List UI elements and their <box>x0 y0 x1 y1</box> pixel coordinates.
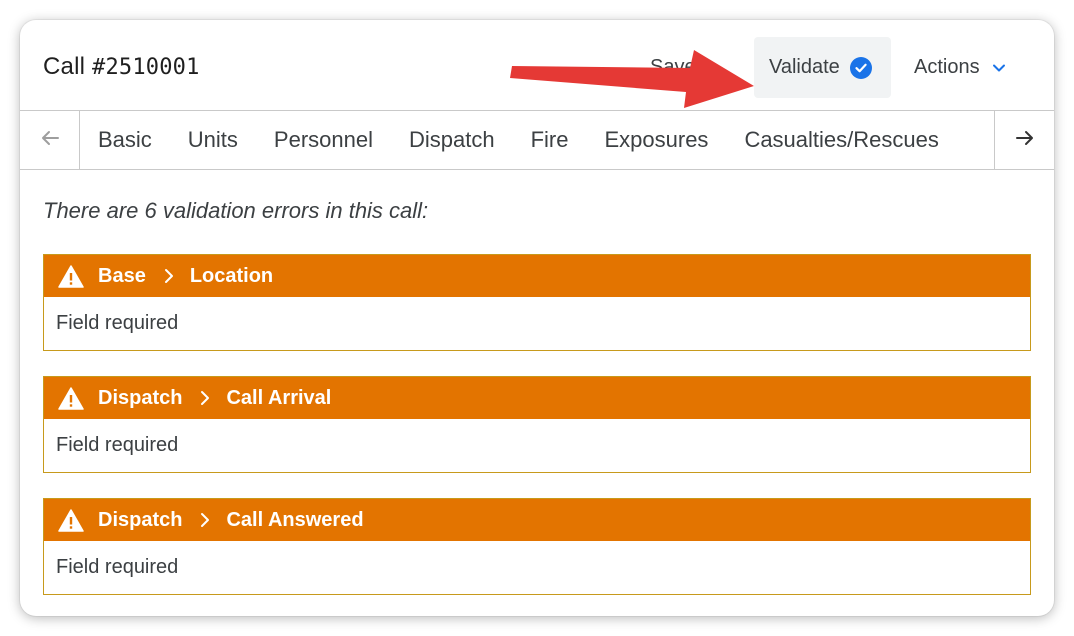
error-section: Base <box>98 264 146 287</box>
tab-exposures[interactable]: Exposures <box>604 127 708 153</box>
error-item[interactable]: Base Location Field required <box>43 254 1031 351</box>
error-header: Base Location <box>44 255 1030 297</box>
chevron-right-icon <box>164 268 174 284</box>
error-field: Call Answered <box>226 508 364 531</box>
warning-icon <box>58 386 84 410</box>
error-header: Dispatch Call Answered <box>44 499 1030 541</box>
tab-fire[interactable]: Fire <box>531 127 569 153</box>
chevron-down-icon <box>992 63 1006 73</box>
tab-scroll-right-button[interactable] <box>994 111 1054 169</box>
error-header: Dispatch Call Arrival <box>44 377 1030 419</box>
error-item[interactable]: Dispatch Call Answered Field required <box>43 498 1031 595</box>
section-tabbar: Basic Units Personnel Dispatch Fire Expo… <box>20 110 1054 170</box>
tab-personnel[interactable]: Personnel <box>274 127 373 153</box>
validation-panel: There are 6 validation errors in this ca… <box>43 198 1033 595</box>
warning-icon <box>58 508 84 532</box>
call-number: #2510001 <box>92 55 200 80</box>
call-card: Call #2510001 Save Validate Actions Basi… <box>20 20 1054 616</box>
tab-scroll-left-button[interactable] <box>20 111 80 169</box>
error-section: Dispatch <box>98 386 183 409</box>
error-message: Field required <box>56 556 179 578</box>
tab-basic[interactable]: Basic <box>98 127 152 153</box>
error-field: Call Arrival <box>226 386 332 409</box>
arrow-left-icon <box>40 130 60 151</box>
actions-label: Actions <box>914 56 980 78</box>
error-message: Field required <box>56 434 179 456</box>
tab-casualties-rescues[interactable]: Casualties/Rescues <box>744 127 938 153</box>
tab-list: Basic Units Personnel Dispatch Fire Expo… <box>80 111 994 169</box>
warning-icon <box>58 264 84 288</box>
call-header: Call #2510001 Save Validate Actions <box>20 20 1054 110</box>
tab-dispatch[interactable]: Dispatch <box>409 127 495 153</box>
chevron-right-icon <box>200 390 210 406</box>
validate-button[interactable]: Validate <box>754 37 891 98</box>
page-title: Call #2510001 <box>43 53 200 81</box>
title-prefix: Call <box>43 53 93 80</box>
tab-units[interactable]: Units <box>188 127 238 153</box>
check-circle-icon <box>849 56 872 79</box>
error-message: Field required <box>56 312 179 334</box>
error-section: Dispatch <box>98 508 183 531</box>
validation-summary: There are 6 validation errors in this ca… <box>43 198 429 223</box>
arrow-right-icon <box>1015 130 1035 151</box>
actions-menu-button[interactable]: Actions <box>914 56 1006 79</box>
error-item[interactable]: Dispatch Call Arrival Field required <box>43 376 1031 473</box>
validate-label: Validate <box>769 56 840 78</box>
tabs-viewport: Basic Units Personnel Dispatch Fire Expo… <box>80 111 994 169</box>
annotation-arrow-icon <box>510 50 754 108</box>
chevron-right-icon <box>200 512 210 528</box>
error-field: Location <box>189 264 274 287</box>
